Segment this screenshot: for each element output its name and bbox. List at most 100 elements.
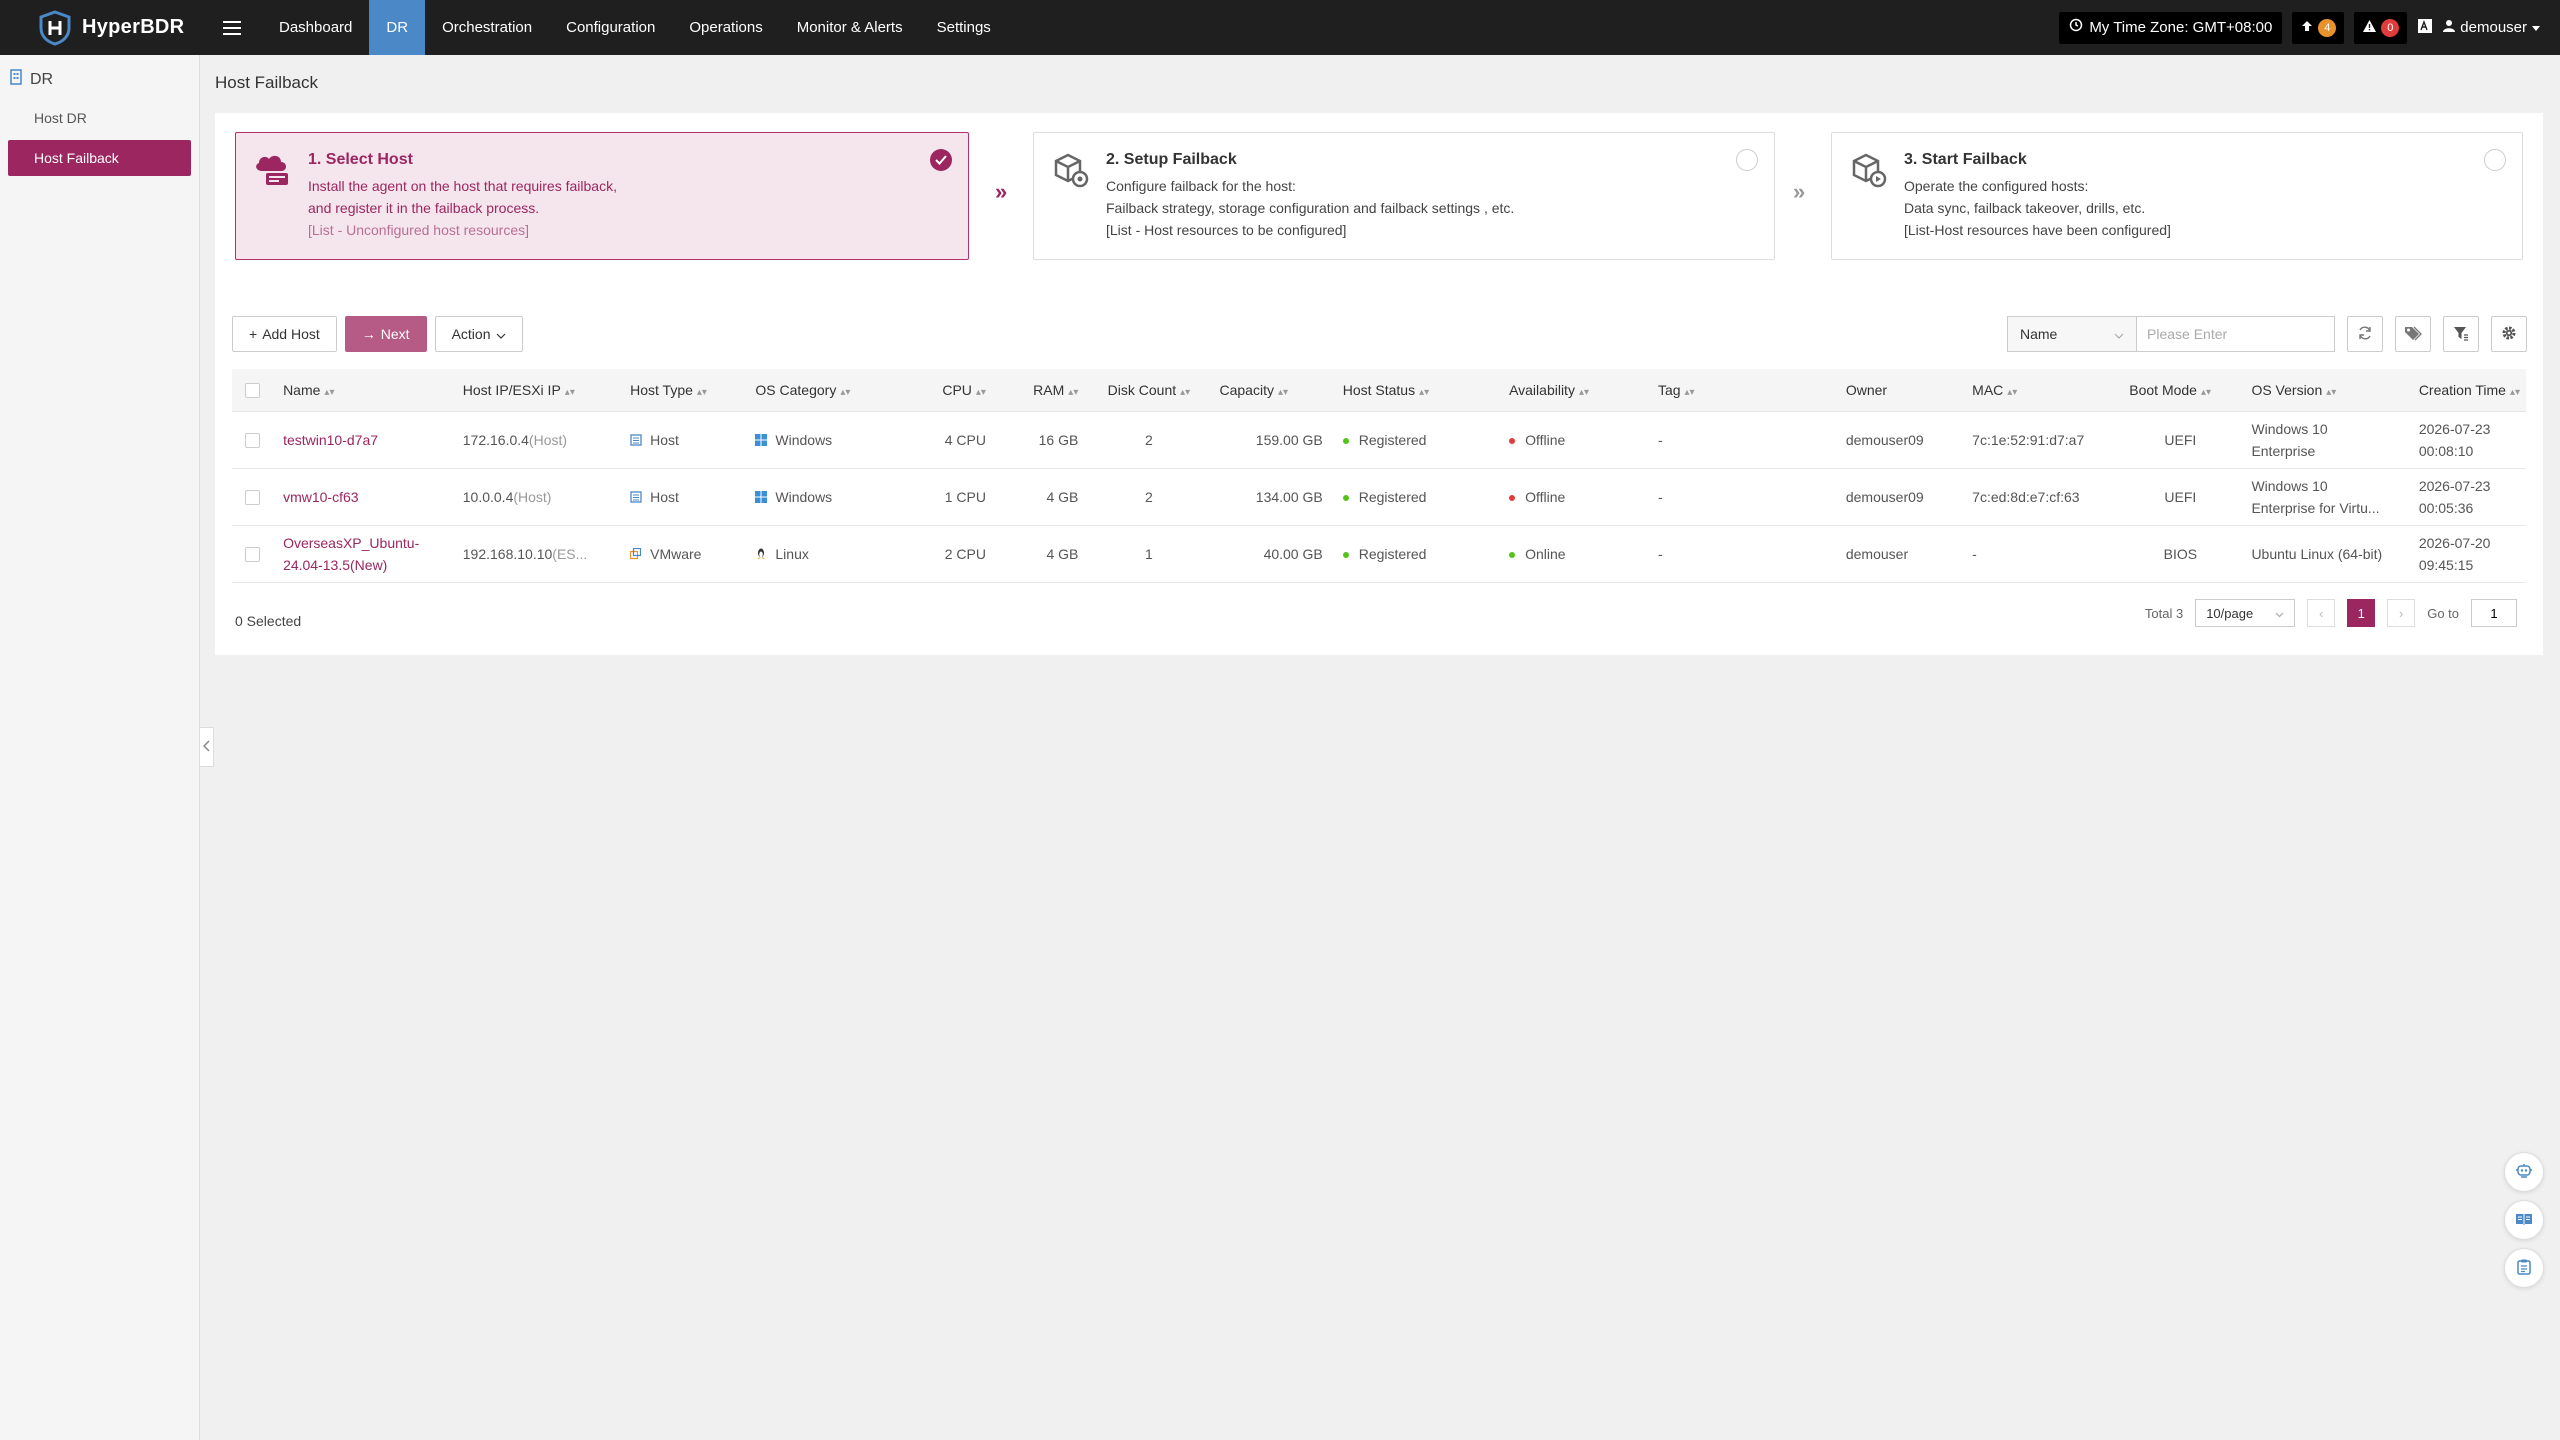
nav-dr[interactable]: DR bbox=[369, 0, 426, 55]
page-size-value: 10/page bbox=[2206, 605, 2254, 621]
nav-settings[interactable]: Settings bbox=[920, 0, 1008, 55]
assistant-button[interactable] bbox=[2504, 1152, 2544, 1192]
host-name-link[interactable]: vmw10-cf63 bbox=[283, 489, 358, 505]
goto-page-input[interactable] bbox=[2471, 599, 2517, 627]
refresh-button[interactable] bbox=[2347, 316, 2383, 352]
alerts-button[interactable]: 0 bbox=[2354, 11, 2408, 44]
cell-os-category: Windows bbox=[745, 468, 902, 526]
docs-button[interactable] bbox=[2504, 1200, 2544, 1240]
step-3-line-2: Data sync, failback takeover, drills, et… bbox=[1904, 200, 2146, 216]
action-dropdown[interactable]: Action bbox=[434, 316, 523, 352]
col-cpu[interactable]: CPU ▴▾ bbox=[901, 369, 996, 412]
cell-creation-time: 2026-07-23 00:08:10 bbox=[2408, 411, 2526, 469]
cell-os-version: Windows 10 Enterprise for Virtu... bbox=[2241, 468, 2409, 526]
step-setup-failback[interactable]: 2. Setup Failback Configure failback for… bbox=[1033, 132, 1775, 260]
col-boot-mode[interactable]: Boot Mode ▴▾ bbox=[2119, 369, 2242, 412]
step-2-description: Configure failback for the host: Failbac… bbox=[1106, 175, 1514, 241]
col-tag[interactable]: Tag ▴▾ bbox=[1647, 369, 1836, 412]
action-label: Action bbox=[451, 326, 491, 342]
page-size-select[interactable]: 10/page bbox=[2195, 599, 2296, 627]
nav-configuration[interactable]: Configuration bbox=[549, 0, 672, 55]
col-availability[interactable]: Availability ▴▾ bbox=[1499, 369, 1648, 412]
column-filter-button[interactable] bbox=[2443, 316, 2479, 352]
next-page-button[interactable]: › bbox=[2387, 599, 2416, 627]
timezone-display[interactable]: My Time Zone: GMT+08:00 bbox=[2059, 11, 2283, 44]
nav-dashboard[interactable]: Dashboard bbox=[262, 0, 369, 55]
box-gear-icon bbox=[1050, 151, 1092, 191]
sort-icon: ▴▾ bbox=[564, 386, 575, 398]
nav-monitor-alerts[interactable]: Monitor & Alerts bbox=[780, 0, 920, 55]
col-capacity[interactable]: Capacity ▴▾ bbox=[1209, 369, 1333, 412]
select-all-checkbox[interactable] bbox=[245, 383, 261, 399]
table-row[interactable]: testwin10-d7a7 172.16.0.4(Host) Host Win… bbox=[232, 411, 2526, 469]
host-upload-icon bbox=[252, 151, 294, 191]
step-select-host[interactable]: 1. Select Host Install the agent on the … bbox=[235, 132, 969, 260]
tags-icon bbox=[2404, 325, 2422, 344]
language-icon[interactable] bbox=[2417, 18, 2433, 37]
robot-icon bbox=[2515, 1163, 2533, 1182]
search-field-select[interactable]: Name bbox=[2007, 316, 2137, 352]
sort-icon: ▴▾ bbox=[2326, 386, 2337, 398]
row-checkbox[interactable] bbox=[245, 546, 261, 562]
search-input[interactable] bbox=[2137, 316, 2335, 352]
sidebar: DR Host DR Host Failback bbox=[0, 55, 200, 1440]
os-category-value: Windows bbox=[775, 488, 833, 505]
sort-icon: ▴▾ bbox=[1578, 386, 1589, 398]
cell-creation-time: 2026-07-23 00:05:36 bbox=[2408, 468, 2526, 526]
col-host-ip[interactable]: Host IP/ESXi IP ▴▾ bbox=[452, 369, 621, 412]
col-host-type[interactable]: Host Type ▴▾ bbox=[620, 369, 746, 412]
sort-icon: ▴▾ bbox=[1419, 386, 1430, 398]
sidebar-item-host-dr[interactable]: Host DR bbox=[8, 100, 191, 136]
top-right-controls: My Time Zone: GMT+08:00 4 0 demouser bbox=[2059, 0, 2560, 55]
page-1-button[interactable]: 1 bbox=[2347, 599, 2376, 627]
col-name[interactable]: Name ▴▾ bbox=[273, 369, 453, 412]
next-button[interactable]: → Next bbox=[344, 316, 427, 352]
cell-ram: 4 GB bbox=[995, 525, 1089, 583]
cell-mac: 7c:1e:52:91:d7:a7 bbox=[1962, 411, 2120, 469]
sidebar-group-label: DR bbox=[30, 70, 54, 88]
host-ip-suffix: (ES... bbox=[552, 545, 588, 562]
col-host-status[interactable]: Host Status ▴▾ bbox=[1332, 369, 1500, 412]
app-logo[interactable]: HyperBDR bbox=[0, 9, 200, 47]
cell-owner: demouser bbox=[1835, 525, 1963, 583]
notes-button[interactable] bbox=[2504, 1248, 2544, 1288]
sidebar-item-host-failback[interactable]: Host Failback bbox=[8, 140, 191, 176]
host-status-value: Registered bbox=[1358, 431, 1427, 448]
add-host-button[interactable]: + Add Host bbox=[232, 316, 337, 352]
created-time: 00:08:10 bbox=[2418, 442, 2474, 459]
prev-page-button[interactable]: ‹ bbox=[2307, 599, 2336, 627]
host-name-link[interactable]: OverseasXP_Ubuntu- 24.04-13.5(New) bbox=[283, 532, 443, 576]
nav-orchestration[interactable]: Orchestration bbox=[425, 0, 549, 55]
col-mac[interactable]: MAC ▴▾ bbox=[1962, 369, 2120, 412]
cell-disk-count: 1 bbox=[1088, 525, 1210, 583]
cell-os-category: Windows bbox=[745, 411, 902, 469]
col-ram[interactable]: RAM ▴▾ bbox=[995, 369, 1089, 412]
col-owner: Owner bbox=[1835, 369, 1963, 412]
col-creation-time[interactable]: Creation Time ▴▾ bbox=[2408, 369, 2526, 412]
table-row[interactable]: vmw10-cf63 10.0.0.4(Host) Host Windows 1… bbox=[232, 468, 2526, 526]
settings-button[interactable] bbox=[2491, 316, 2527, 352]
gear-icon bbox=[2501, 325, 2517, 344]
cell-owner: demouser09 bbox=[1835, 411, 1963, 469]
step-start-failback[interactable]: 3. Start Failback Operate the configured… bbox=[1831, 132, 2523, 260]
host-name-link[interactable]: testwin10-d7a7 bbox=[283, 432, 378, 448]
row-select-cell bbox=[232, 468, 274, 526]
col-mac-label: MAC bbox=[1972, 381, 2004, 398]
col-disk-count[interactable]: Disk Count ▴▾ bbox=[1088, 369, 1210, 412]
row-checkbox[interactable] bbox=[245, 432, 261, 448]
menu-toggle-button[interactable] bbox=[208, 0, 256, 55]
tag-filter-button[interactable] bbox=[2395, 316, 2431, 352]
col-creation-time-label: Creation Time bbox=[2418, 381, 2506, 398]
col-os-version[interactable]: OS Version ▴▾ bbox=[2241, 369, 2409, 412]
row-checkbox[interactable] bbox=[245, 489, 261, 505]
cell-ip: 10.0.0.4(Host) bbox=[452, 468, 621, 526]
user-menu[interactable]: demouser bbox=[2443, 19, 2540, 36]
table-row[interactable]: OverseasXP_Ubuntu- 24.04-13.5(New) 192.16… bbox=[232, 525, 2526, 583]
upload-tasks-button[interactable]: 4 bbox=[2292, 11, 2345, 44]
cell-host-status: Registered bbox=[1332, 411, 1500, 469]
nav-operations[interactable]: Operations bbox=[672, 0, 779, 55]
col-ram-label: RAM bbox=[1033, 381, 1065, 398]
col-os-category[interactable]: OS Category ▴▾ bbox=[745, 369, 902, 412]
sidebar-group-dr[interactable]: DR bbox=[0, 55, 199, 96]
goto-label: Go to bbox=[2427, 605, 2459, 621]
